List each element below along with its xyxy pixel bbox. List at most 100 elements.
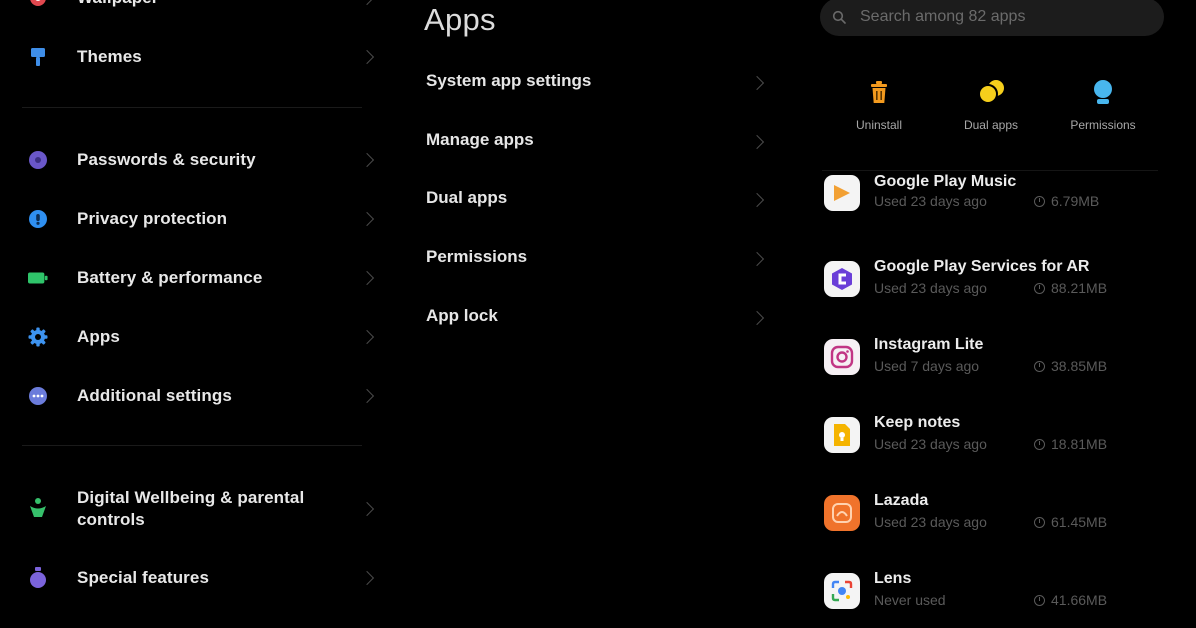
battery-icon xyxy=(28,268,48,288)
storage-icon xyxy=(1034,438,1045,450)
settings-item-digital-wellbeing[interactable]: Digital Wellbeing & parental controls xyxy=(0,486,380,532)
chevron-right-icon xyxy=(359,570,375,586)
settings-item-apps[interactable]: Apps xyxy=(0,325,380,349)
storage-icon xyxy=(1034,195,1045,207)
search-icon xyxy=(832,10,846,24)
app-size: 61.45MB xyxy=(1034,514,1107,530)
storage-icon xyxy=(1034,594,1045,606)
app-list-item-lazada[interactable]: Lazada Used 23 days ago 61.45MB xyxy=(812,492,1172,542)
chevron-right-icon xyxy=(359,329,375,345)
apps-menu-permissions[interactable]: Permissions xyxy=(426,247,776,271)
divider xyxy=(22,445,362,446)
page-title: Apps xyxy=(424,2,496,37)
settings-item-label: Privacy protection xyxy=(77,209,228,228)
keep-notes-icon xyxy=(824,417,860,453)
app-last-used: Used 23 days ago xyxy=(874,193,987,209)
dual-apps-label: Dual apps xyxy=(963,118,1019,132)
app-size-value: 61.45MB xyxy=(1051,514,1108,530)
apps-menu-dual-apps[interactable]: Dual apps xyxy=(426,188,776,212)
gear-icon xyxy=(28,327,48,347)
wellbeing-icon xyxy=(28,498,48,518)
app-size: 88.21MB xyxy=(1034,280,1107,296)
app-size-value: 18.81MB xyxy=(1051,436,1108,452)
settings-item-additional-settings[interactable]: Additional settings xyxy=(0,384,380,408)
permissions-label: Permissions xyxy=(1070,118,1136,132)
app-last-used: Used 23 days ago xyxy=(874,436,987,452)
app-list-item-keep-notes[interactable]: Keep notes Used 23 days ago 18.81MB xyxy=(812,414,1172,464)
settings-item-passwords-security[interactable]: Passwords & security xyxy=(0,148,380,172)
privacy-protection-icon xyxy=(28,209,48,229)
chevron-right-icon xyxy=(749,310,765,326)
app-list-item-lens[interactable]: Lens Never used 41.66MB xyxy=(812,570,1172,620)
settings-item-label: Special features xyxy=(77,568,209,587)
app-last-used: Never used xyxy=(874,592,946,608)
app-size: 41.66MB xyxy=(1034,592,1107,608)
app-name: Google Play Music xyxy=(874,173,1017,190)
storage-icon xyxy=(1034,516,1045,528)
app-size-value: 41.66MB xyxy=(1051,592,1108,608)
storage-icon xyxy=(1034,360,1045,372)
chevron-right-icon xyxy=(749,134,765,150)
app-name: Lens xyxy=(874,570,912,587)
settings-item-label: Digital Wellbeing & parental controls xyxy=(77,488,305,529)
settings-item-label: Battery & performance xyxy=(77,268,263,287)
app-list-item-google-play-services-ar[interactable]: Google Play Services for AR Used 23 days… xyxy=(812,258,1172,308)
app-size-value: 88.21MB xyxy=(1051,280,1108,296)
search-bar[interactable] xyxy=(820,0,1164,36)
search-input[interactable] xyxy=(858,7,1152,27)
chevron-right-icon xyxy=(749,192,765,208)
apps-menu-app-lock[interactable]: App lock xyxy=(426,306,776,330)
settings-item-special-features[interactable]: Special features xyxy=(0,566,380,590)
chevron-right-icon xyxy=(359,501,375,517)
apps-menu-label: Dual apps xyxy=(426,188,508,207)
apps-menu-label: System app settings xyxy=(426,71,592,90)
app-list-item-instagram-lite[interactable]: Instagram Lite Used 7 days ago 38.85MB xyxy=(812,336,1172,386)
app-name: Lazada xyxy=(874,492,929,509)
apps-menu-system-app-settings[interactable]: System app settings xyxy=(426,71,776,95)
app-size: 6.79MB xyxy=(1034,193,1099,209)
ar-services-icon xyxy=(824,261,860,297)
permissions-button[interactable]: Permissions xyxy=(1048,78,1158,132)
settings-item-label: Passwords & security xyxy=(77,150,256,169)
lens-icon xyxy=(824,573,860,609)
more-icon xyxy=(28,386,48,406)
play-music-icon xyxy=(824,175,860,211)
apps-menu-label: App lock xyxy=(426,306,498,325)
app-last-used: Used 7 days ago xyxy=(874,358,980,374)
app-name: Keep notes xyxy=(874,414,961,431)
app-name: Google Play Services for AR xyxy=(874,258,1090,275)
settings-item-label: Themes xyxy=(77,47,142,66)
chevron-right-icon xyxy=(749,75,765,91)
special-features-icon xyxy=(28,567,48,588)
chevron-right-icon xyxy=(359,388,375,404)
chevron-right-icon xyxy=(359,152,375,168)
settings-item-themes[interactable]: Themes xyxy=(0,45,380,69)
lazada-icon xyxy=(824,495,860,531)
trash-icon xyxy=(865,78,893,106)
settings-item-wallpaper[interactable]: Wallpaper xyxy=(0,0,380,10)
settings-item-privacy-protection[interactable]: Privacy protection xyxy=(0,207,380,231)
chevron-right-icon xyxy=(359,49,375,65)
chevron-right-icon xyxy=(359,270,375,286)
app-list[interactable]: Google Play Music Used 23 days ago 6.79M… xyxy=(812,172,1172,628)
passwords-security-icon xyxy=(28,150,48,170)
uninstall-button[interactable]: Uninstall xyxy=(824,78,934,132)
settings-item-battery-performance[interactable]: Battery & performance xyxy=(0,266,380,290)
settings-item-label: Wallpaper xyxy=(77,0,159,9)
chevron-right-icon xyxy=(359,0,375,6)
app-size-value: 6.79MB xyxy=(1051,193,1100,209)
apps-menu-label: Manage apps xyxy=(426,130,534,149)
app-name: Instagram Lite xyxy=(874,336,984,353)
uninstall-label: Uninstall xyxy=(855,118,903,132)
settings-item-label: Apps xyxy=(77,327,120,346)
apps-menu-manage-apps[interactable]: Manage apps xyxy=(426,130,776,154)
chevron-right-icon xyxy=(359,211,375,227)
dual-apps-button[interactable]: Dual apps xyxy=(936,78,1046,132)
wallpaper-icon xyxy=(28,0,48,8)
app-size: 18.81MB xyxy=(1034,436,1107,452)
settings-screen: Wallpaper Themes Passwords & security Pr… xyxy=(0,0,1196,628)
settings-sidebar: Wallpaper Themes Passwords & security Pr… xyxy=(0,0,390,628)
instagram-icon xyxy=(824,339,860,375)
app-list-item-google-play-music[interactable]: Google Play Music Used 23 days ago 6.79M… xyxy=(812,173,1172,233)
apps-menu-label: Permissions xyxy=(426,247,528,266)
